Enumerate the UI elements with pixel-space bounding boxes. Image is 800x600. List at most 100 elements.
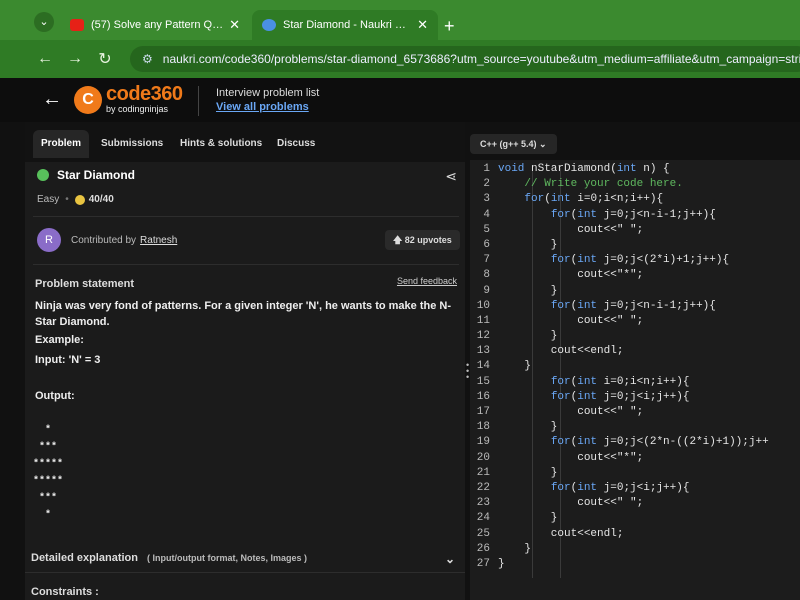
code360-logo-icon[interactable]: C [74, 86, 102, 114]
line-number: 1 [483, 163, 490, 175]
code-line: 13 cout<<endl; [470, 344, 800, 359]
url-bar[interactable]: ⚙ naukri.com/code360/problems/star-diamo… [130, 46, 800, 72]
code-line: 26 } [470, 542, 800, 557]
line-number: 24 [476, 512, 490, 525]
score-value: 40/40 [88, 194, 114, 205]
tab-submissions[interactable]: Submissions [101, 130, 163, 158]
code-editor[interactable]: 1 void nStarDiamond(int n) { 2 // Write yo… [470, 160, 800, 600]
code-line: 15 for(int i=0;i<n;i++){ [470, 375, 800, 390]
code-text: for(int j=0;j<i;j++){ [550, 481, 690, 494]
browser-tab-active[interactable]: Star Diamond - Naukri Code 360 ✕ [252, 10, 438, 40]
tab-hints-solutions[interactable]: Hints & solutions [180, 130, 262, 158]
panel-resize-handle[interactable]: • • • [466, 361, 469, 382]
example-output-pattern: * *** ***** ***** *** * [33, 425, 64, 521]
line-number: 27 [476, 557, 490, 570]
code-line: 19 for(int j=0;j<(2*n-((2*i)+1));j++ [470, 435, 800, 450]
code-text: } [498, 238, 558, 251]
code-text: for(int j=0;j<n-i-1;j++){ [550, 299, 716, 312]
code-line: 14 } [470, 359, 800, 374]
view-all-problems-link[interactable]: View all problems [216, 101, 309, 113]
line-number: 21 [476, 466, 490, 479]
upvote-button[interactable]: 🡅 82 upvotes [385, 230, 460, 250]
divider [33, 264, 459, 265]
line-number: 4 [483, 208, 490, 221]
close-icon[interactable]: ✕ [229, 17, 240, 33]
url-text: naukri.com/code360/problems/star-diamond… [162, 52, 800, 66]
line-number: 23 [476, 497, 490, 510]
divider [198, 86, 199, 116]
code-line: 7 for(int j=0;j<(2*i)+1;j++){ [470, 253, 800, 268]
code-line: 21 } [470, 466, 800, 481]
upvote-count: 82 upvotes [404, 235, 452, 245]
browser-tab[interactable]: (57) Solve any Pattern Question ✕ [60, 10, 250, 40]
code-text: cout<<" "; [498, 223, 644, 236]
code-line: 24 } [470, 511, 800, 526]
code-line: 3 for(int i=0;i<n;i++){ [470, 192, 800, 207]
back-icon[interactable]: ← [30, 50, 60, 68]
address-row: ← → ↻ ⚙ naukri.com/code360/problems/star… [0, 40, 800, 78]
code-line: 18 } [470, 420, 800, 435]
tab-problem[interactable]: Problem [33, 130, 90, 158]
code-line: 9 } [470, 284, 800, 299]
share-icon[interactable]: ⋖ [445, 168, 457, 185]
code-text: for(int j=0;j<(2*i)+1;j++){ [550, 254, 730, 267]
code-text: // Write your code here. [498, 178, 683, 191]
code-line: 20 cout<<"*"; [470, 451, 800, 466]
code-line: 23 cout<<" "; [470, 496, 800, 511]
code-text: cout<<" "; [498, 497, 644, 510]
send-feedback-link[interactable]: Send feedback [397, 276, 457, 286]
example-input: Input: 'N' = 3 [35, 354, 101, 366]
detailed-explanation-label: Detailed explanation [31, 552, 138, 564]
problem-title-row: Star Diamond [37, 168, 135, 182]
code-text: for(int i=0;i<n;i++){ [524, 193, 664, 206]
code-text: } [498, 360, 532, 373]
site-info-icon[interactable]: ⚙ [142, 52, 153, 66]
code-text: cout<<" "; [498, 314, 644, 327]
reload-icon[interactable]: ↻ [90, 49, 120, 69]
separator-dot: • [65, 194, 69, 205]
line-number: 22 [476, 481, 490, 494]
tab-search-icon[interactable]: ⌄ [34, 12, 54, 32]
code-text: cout<<endl; [498, 527, 624, 540]
divider [25, 572, 465, 573]
code-line: 5 cout<<" "; [470, 223, 800, 238]
line-number: 15 [476, 375, 490, 388]
contributor-row: R Contributed by Ratnesh [37, 228, 177, 252]
coin-icon [74, 194, 85, 205]
code-text: cout<<endl; [498, 345, 624, 358]
avatar: R [37, 228, 61, 252]
code-text: cout<<"*"; [498, 269, 644, 282]
code-text: } [498, 330, 558, 343]
chevron-down-icon: ⌄ [539, 139, 547, 149]
detailed-explanation-toggle[interactable]: Detailed explanation ( Input/output form… [31, 552, 459, 566]
language-selector[interactable]: C++ (g++ 5.4) ⌄ [470, 134, 557, 154]
forward-icon[interactable]: → [60, 50, 90, 68]
solved-status-icon [37, 169, 49, 181]
line-number: 2 [483, 178, 490, 191]
code-lines: 1 void nStarDiamond(int n) { 2 // Write yo… [470, 162, 800, 572]
close-icon[interactable]: ✕ [417, 17, 428, 33]
back-arrow-icon[interactable]: ← [42, 88, 62, 111]
line-number: 13 [476, 345, 490, 358]
logo-text: code360 [106, 83, 183, 105]
code-text: } [498, 421, 558, 434]
code-line: 17 cout<<" "; [470, 405, 800, 420]
line-number: 10 [476, 299, 490, 312]
line-number: 8 [483, 269, 490, 282]
new-tab-button[interactable]: + [444, 16, 455, 37]
code-text: void nStarDiamond(int n) { [498, 163, 670, 175]
code-line: 10 for(int j=0;j<n-i-1;j++){ [470, 299, 800, 314]
code-text: for(int i=0;i<n;i++){ [550, 375, 690, 388]
code-line: 12 } [470, 329, 800, 344]
constraints-heading: Constraints : [31, 586, 99, 598]
contributed-label: Contributed by [71, 234, 137, 246]
tab-discuss[interactable]: Discuss [277, 130, 315, 158]
contributor-link[interactable]: Ratnesh [140, 235, 177, 246]
line-number: 3 [483, 193, 490, 206]
youtube-icon [70, 19, 84, 31]
line-number: 12 [476, 330, 490, 343]
line-number: 19 [476, 436, 490, 449]
line-number: 18 [476, 421, 490, 434]
upvote-arrow-icon: 🡅 [393, 235, 403, 245]
problem-statement-text: Ninja was very fond of patterns. For a g… [35, 300, 451, 328]
